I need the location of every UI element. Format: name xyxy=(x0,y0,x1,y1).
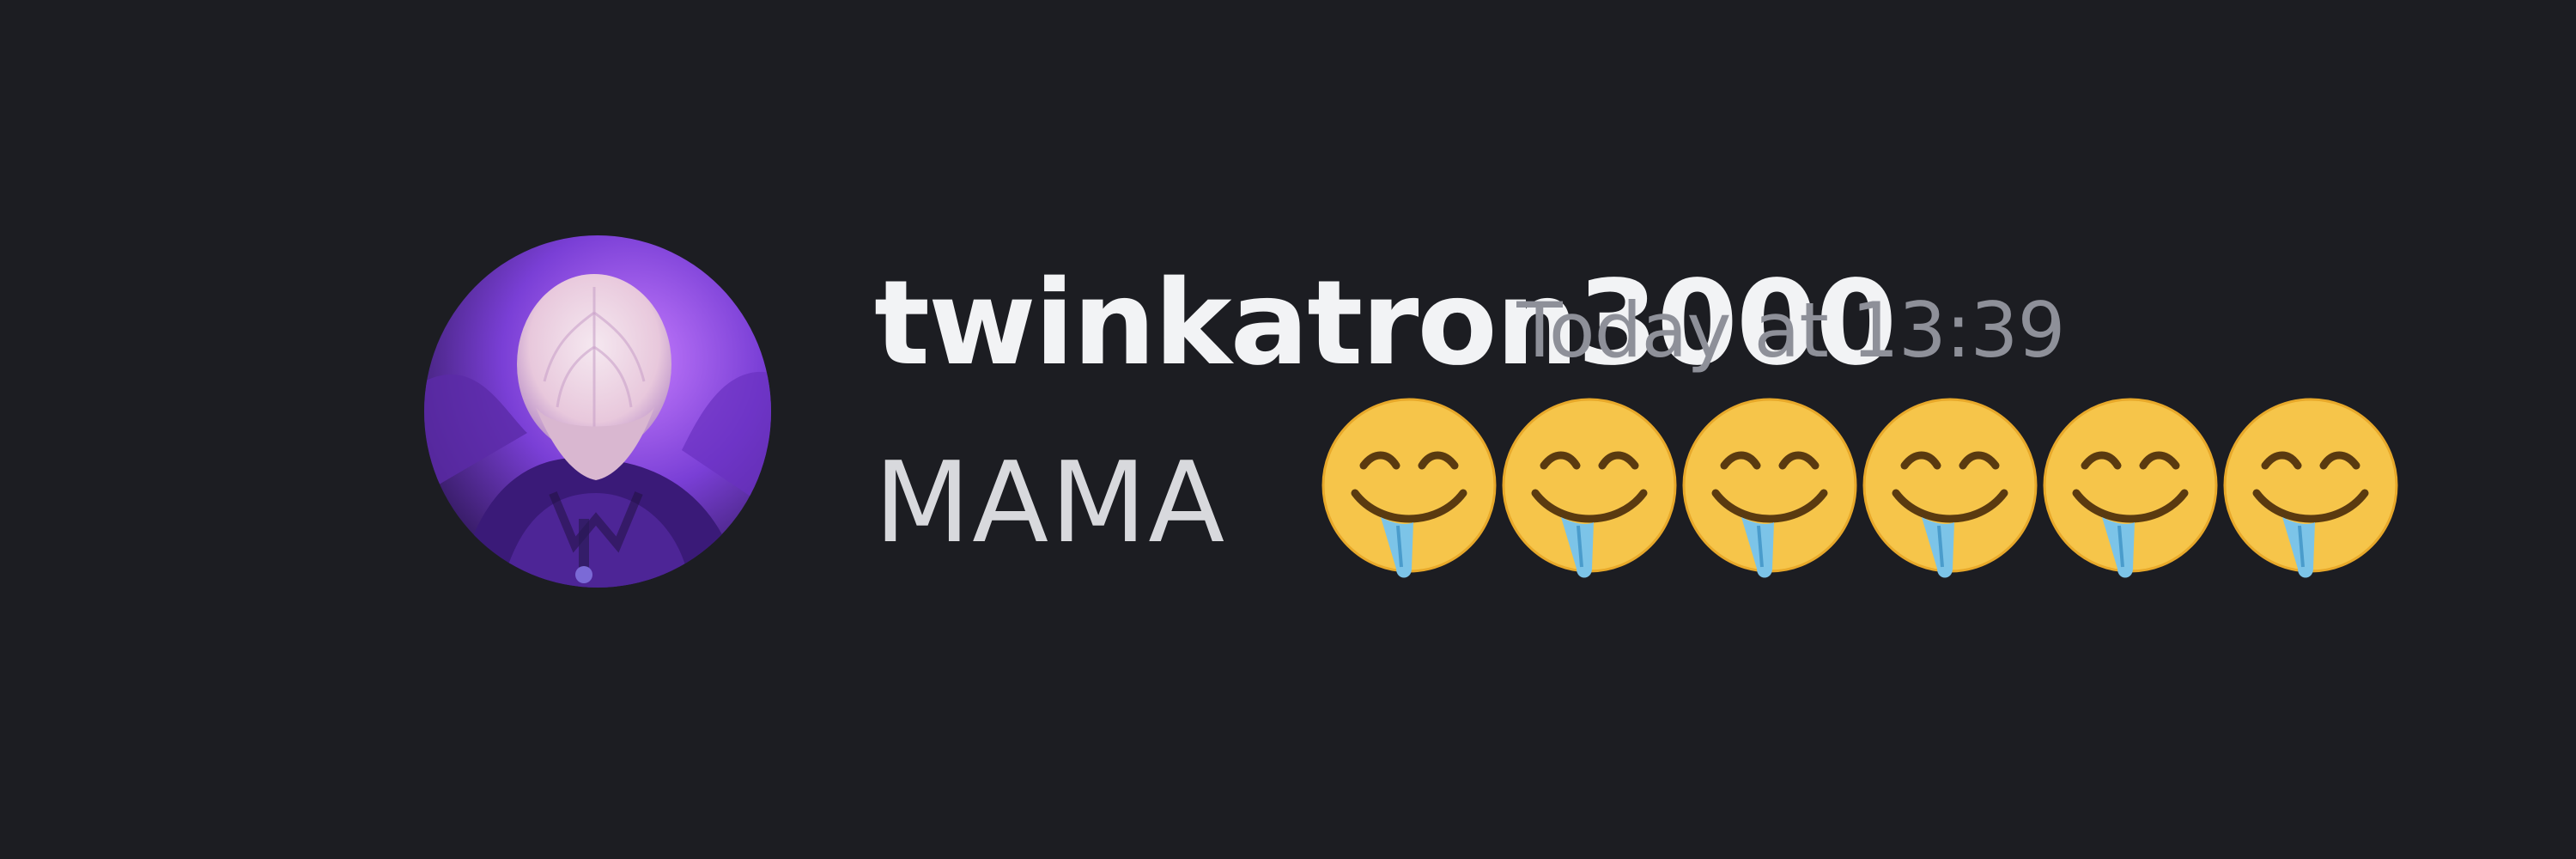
message-header: twinkatron3000 Today at 13:39 xyxy=(874,259,2576,388)
drooling-face-icon[interactable] xyxy=(2222,397,2399,591)
message-text: MAMA xyxy=(874,437,1227,568)
timestamp[interactable]: Today at 13:39 xyxy=(1516,275,2166,387)
drooling-face-icon[interactable] xyxy=(2042,397,2219,591)
avatar[interactable] xyxy=(424,235,771,588)
drooling-face-icon[interactable] xyxy=(1321,397,1498,591)
chat-area: twinkatron3000 Today at 13:39 MAMA xyxy=(0,0,2576,859)
drooling-face-icon[interactable] xyxy=(1501,397,1678,591)
drooling-face-icon[interactable] xyxy=(1862,397,2038,591)
chat-message[interactable]: twinkatron3000 Today at 13:39 MAMA xyxy=(424,234,2576,620)
drooling-face-icon[interactable] xyxy=(1681,397,1858,591)
